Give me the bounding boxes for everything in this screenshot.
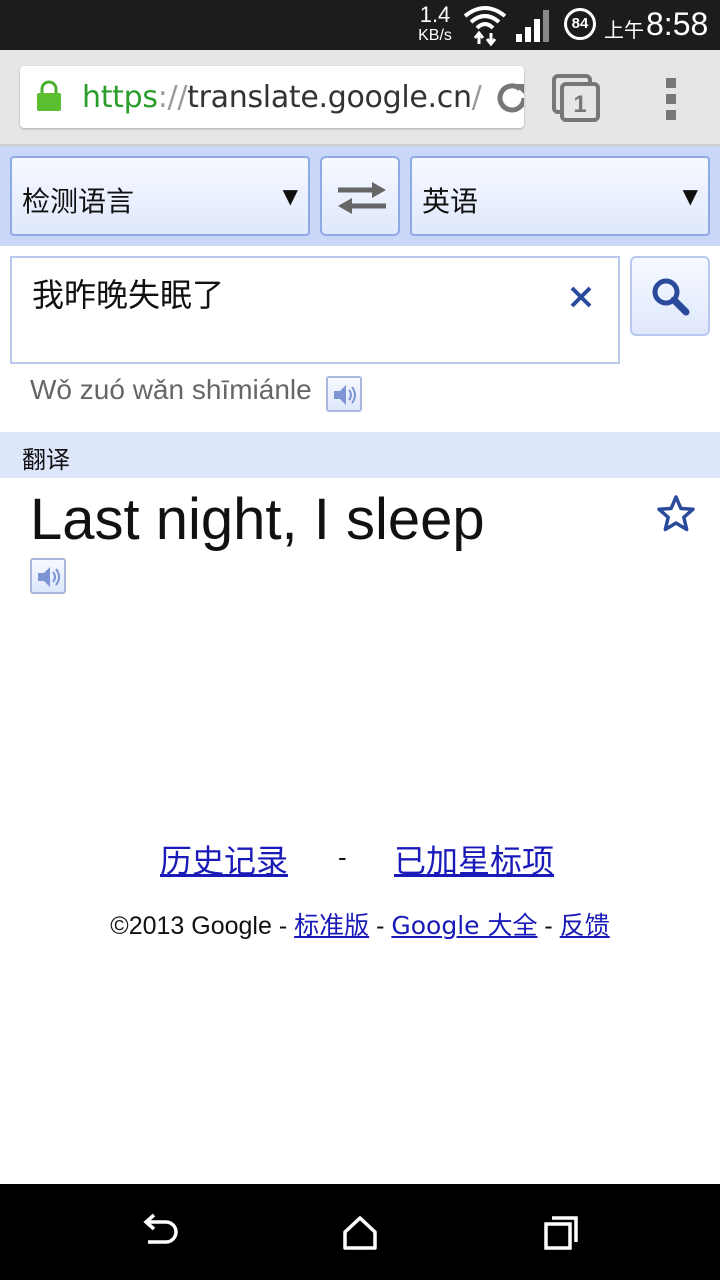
- all-google-link[interactable]: Google 大全: [391, 911, 537, 940]
- back-icon[interactable]: [140, 1212, 180, 1252]
- lock-icon: [36, 80, 62, 112]
- url-separator: ://: [157, 80, 188, 115]
- source-language-select[interactable]: 检测语言 ▼: [10, 156, 310, 236]
- clock-time: 8:58: [646, 6, 709, 42]
- language-bar: 检测语言 ▼ 英语 ▼: [0, 146, 720, 246]
- translation-result: Last night, I sleep: [30, 487, 485, 552]
- target-language-label: 英语: [422, 185, 479, 218]
- network-speed-unit: KB/s: [418, 27, 452, 44]
- signal-icon: [516, 10, 554, 42]
- translate-search-button[interactable]: [630, 256, 710, 336]
- url-text[interactable]: https://translate.google.cn/n: [82, 80, 484, 115]
- speaker-icon: [38, 567, 60, 587]
- speaker-icon: [334, 385, 356, 405]
- translation-section-header: 翻译: [0, 432, 720, 478]
- browser-toolbar: https://translate.google.cn/n 1: [0, 50, 720, 146]
- network-speed-value: 1.4: [419, 2, 451, 27]
- status-bar: 1.4 KB/s 84 上午 8:58: [0, 0, 720, 50]
- swap-languages-button[interactable]: [320, 156, 400, 236]
- tab-count: 1: [573, 91, 586, 118]
- links-separator: -: [338, 842, 347, 872]
- footer-separator: -: [537, 912, 560, 940]
- battery-icon: 84: [564, 8, 596, 40]
- tabs-icon[interactable]: 1: [552, 74, 600, 122]
- history-link[interactable]: 历史记录: [160, 836, 288, 882]
- source-text-input[interactable]: 我昨晚失眠了: [10, 256, 620, 364]
- clear-icon[interactable]: [568, 284, 594, 310]
- system-nav-bar: [0, 1184, 720, 1280]
- history-links: 历史记录 - 已加星标项: [0, 836, 720, 880]
- dropdown-arrow-icon: ▼: [682, 184, 698, 208]
- copyright-text: ©2013 Google -: [110, 912, 288, 940]
- reload-icon[interactable]: [492, 78, 524, 118]
- dropdown-arrow-icon: ▼: [282, 184, 298, 208]
- network-speed: 1.4 KB/s: [410, 4, 460, 44]
- url-host: translate.google.cn: [187, 80, 472, 115]
- clock-ampm: 上午: [604, 18, 644, 42]
- star-icon[interactable]: [656, 494, 696, 534]
- home-icon[interactable]: [340, 1212, 380, 1252]
- source-text[interactable]: 我昨晚失眠了: [32, 270, 224, 316]
- recent-apps-icon[interactable]: [540, 1212, 580, 1252]
- source-language-label: 检测语言: [22, 185, 135, 218]
- romanization-text: Wǒ zuó wǎn shīmiánle: [30, 374, 312, 405]
- starred-link[interactable]: 已加星标项: [394, 836, 554, 882]
- menu-icon[interactable]: [660, 76, 684, 122]
- swap-icon: [338, 182, 386, 214]
- search-icon: [652, 278, 690, 316]
- target-language-select[interactable]: 英语 ▼: [410, 156, 710, 236]
- footer: ©2013 Google - 标准版 - Google 大全 - 反馈: [0, 906, 720, 942]
- address-bar[interactable]: https://translate.google.cn/n: [20, 66, 524, 128]
- section-label: 翻译: [22, 446, 70, 474]
- footer-separator: -: [369, 912, 392, 940]
- feedback-link[interactable]: 反馈: [560, 911, 610, 940]
- url-scheme: https: [82, 80, 158, 115]
- url-path: /n: [471, 80, 484, 115]
- listen-source-button[interactable]: [326, 376, 362, 412]
- listen-translation-button[interactable]: [30, 558, 66, 594]
- wifi-icon: [462, 4, 508, 47]
- standard-version-link[interactable]: 标准版: [294, 911, 369, 940]
- screen: 1.4 KB/s 84 上午 8:58 https://translate.go…: [0, 0, 720, 1280]
